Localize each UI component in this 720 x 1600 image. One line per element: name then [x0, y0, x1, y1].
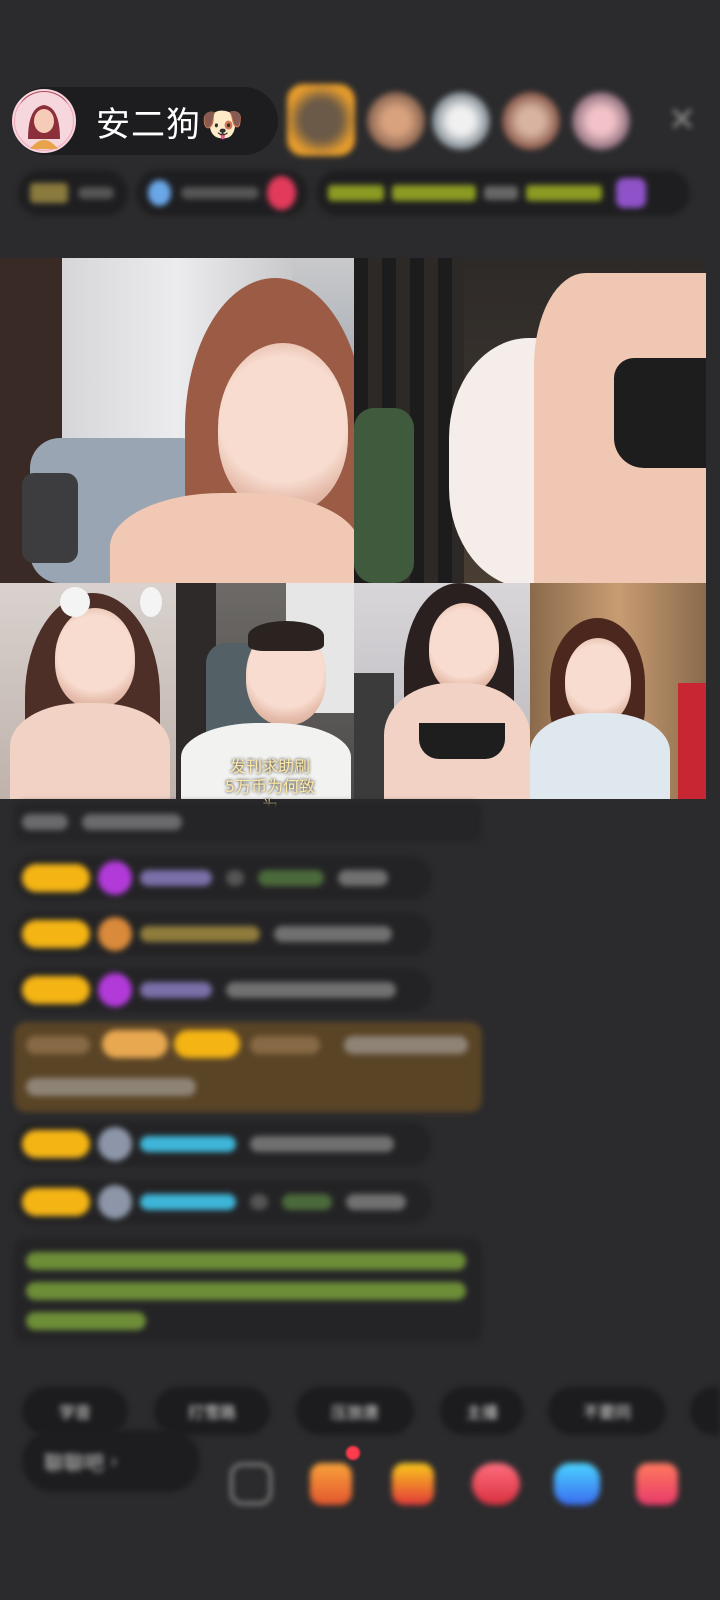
gem-icon — [98, 861, 132, 895]
quick-reply-1[interactable]: 学音 — [22, 1387, 128, 1435]
gift-box-icon[interactable] — [392, 1463, 434, 1505]
chat-message[interactable] — [14, 856, 432, 900]
badge-icon — [98, 917, 132, 951]
quick-reply-5[interactable]: 不要同 — [548, 1387, 666, 1435]
game-icon[interactable] — [554, 1463, 600, 1505]
room-info-row — [18, 170, 690, 216]
chat-message[interactable] — [14, 968, 432, 1012]
viewer-avatar[interactable] — [502, 92, 560, 150]
video-tile-4[interactable] — [530, 583, 706, 799]
rank-chip[interactable] — [18, 170, 128, 216]
host-avatar-icon — [15, 92, 73, 150]
more-icon[interactable] — [636, 1463, 678, 1505]
chat-input-placeholder: 聊聊吧 — [44, 1450, 104, 1475]
chat-message[interactable] — [14, 1180, 432, 1224]
activity-banner[interactable] — [316, 170, 690, 216]
viewer-avatar[interactable] — [367, 92, 425, 150]
chat-message[interactable] — [14, 1122, 432, 1166]
chat-highlight-message[interactable] — [14, 1022, 482, 1112]
quick-reply-6[interactable] — [690, 1387, 720, 1435]
video-main-right[interactable] — [354, 258, 706, 583]
notification-dot — [346, 1446, 360, 1460]
video-tile-3[interactable] — [354, 583, 530, 799]
level-badge — [22, 920, 90, 948]
caption-line-1: 发刊求助刷 — [229, 757, 310, 776]
chat-message[interactable] — [14, 912, 432, 956]
level-badge — [22, 864, 90, 892]
viewer-avatar[interactable] — [287, 84, 355, 156]
gift-icon[interactable] — [472, 1463, 520, 1505]
chat-input[interactable]: 聊聊吧 › — [22, 1430, 200, 1492]
video-tile-1[interactable] — [0, 583, 176, 799]
chat-system-message — [14, 802, 482, 842]
viewer-avatar[interactable] — [432, 92, 490, 150]
avatar-icon — [98, 1127, 132, 1161]
chat-icon[interactable] — [230, 1463, 272, 1505]
viewer-avatar[interactable] — [572, 92, 630, 150]
chat-notice — [14, 1238, 482, 1342]
avatar-icon — [98, 1185, 132, 1219]
host-avatar[interactable] — [12, 89, 76, 153]
close-icon[interactable]: ✕ — [662, 100, 702, 140]
quick-reply-4[interactable]: 主播 — [440, 1387, 524, 1435]
gem-icon — [98, 973, 132, 1007]
level-badge — [22, 1188, 90, 1216]
hourly-rank-chip[interactable] — [136, 170, 308, 216]
shop-icon[interactable] — [310, 1463, 352, 1505]
quick-reply-3[interactable]: 压放唐 — [296, 1387, 414, 1435]
level-badge — [22, 976, 90, 1004]
quick-reply-2[interactable]: 打雪路 — [154, 1387, 270, 1435]
video-main-left[interactable] — [0, 258, 354, 583]
host-info-pill[interactable]: 安二狗🐶 — [12, 87, 278, 155]
level-badge — [22, 1130, 90, 1158]
host-name: 安二狗🐶 — [96, 104, 245, 145]
